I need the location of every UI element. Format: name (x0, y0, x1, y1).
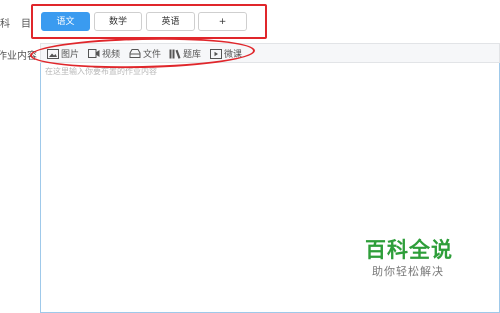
watermark-subtitle: 助你轻松解决 (372, 265, 444, 278)
watermark-title: 百科全说 (365, 238, 453, 262)
annotation-rectangle (31, 4, 267, 39)
subject-label-fragment: 科 (0, 19, 10, 30)
subject-label: 目 (21, 19, 31, 30)
